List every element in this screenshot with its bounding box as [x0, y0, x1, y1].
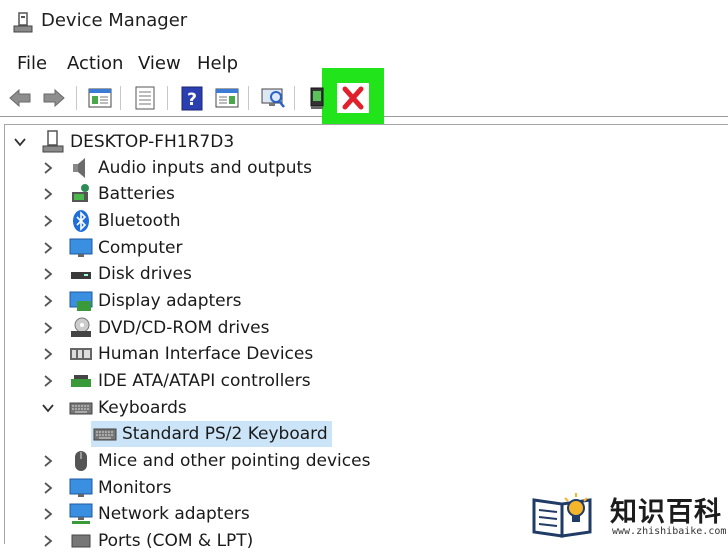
- computer-tower-icon: [42, 130, 64, 153]
- book-bulb-icon: [532, 493, 592, 538]
- chevron-right-icon[interactable]: [41, 374, 55, 388]
- tree-item-label: Bluetooth: [98, 211, 181, 231]
- tree-item-label: Batteries: [98, 184, 175, 204]
- action-pane-icon[interactable]: [213, 84, 241, 112]
- bluetooth-icon: [73, 210, 89, 232]
- tree-item-keyboards[interactable]: Keyboards: [41, 395, 187, 421]
- properties-icon[interactable]: [131, 84, 159, 112]
- ide-controller-icon: [71, 375, 91, 387]
- tree-item-bluetooth[interactable]: Bluetooth: [41, 208, 181, 234]
- tree-item-ports[interactable]: Ports (COM & LPT): [41, 528, 253, 554]
- update-driver-icon[interactable]: [306, 84, 326, 112]
- tree-item-label: Audio inputs and outputs: [98, 158, 313, 178]
- hid-icon: [70, 348, 92, 360]
- title-bar: Device Manager: [0, 0, 728, 48]
- battery-icon: [72, 184, 89, 202]
- chevron-right-icon[interactable]: [41, 321, 55, 335]
- tree-item-dvd-drives[interactable]: DVD/CD-ROM drives: [41, 315, 269, 341]
- tree-item-network-adapters[interactable]: Network adapters: [41, 501, 250, 527]
- toolbar-separator: [76, 86, 77, 110]
- tree-item-hid[interactable]: Human Interface Devices: [41, 341, 313, 367]
- back-icon[interactable]: [6, 84, 34, 112]
- port-icon: [71, 534, 91, 548]
- tree-item-mice[interactable]: Mice and other pointing devices: [41, 448, 370, 474]
- tree-item-label: Standard PS/2 Keyboard: [122, 424, 328, 444]
- dvd-drive-icon: [71, 317, 91, 337]
- network-adapter-icon: [69, 503, 93, 524]
- chevron-right-icon[interactable]: [41, 187, 55, 201]
- tree-item-monitors[interactable]: Monitors: [41, 475, 171, 501]
- monitor-icon: [69, 238, 93, 257]
- tree-item-standard-ps2-keyboard[interactable]: Standard PS/2 Keyboard: [91, 421, 332, 447]
- tree-item-label: Human Interface Devices: [98, 344, 314, 364]
- help-icon[interactable]: ?: [178, 84, 206, 112]
- tree-item-label: Disk drives: [98, 264, 192, 284]
- toolbar-separator: [120, 86, 121, 110]
- monitor-icon: [69, 478, 93, 497]
- speaker-icon: [73, 158, 85, 178]
- chevron-right-icon[interactable]: [41, 534, 55, 548]
- show-hide-console-tree-icon[interactable]: [86, 84, 114, 112]
- tree-root-label: DESKTOP-FH1R7D3: [70, 132, 235, 152]
- tree-item-label: Computer: [98, 238, 183, 258]
- uninstall-device-icon: [342, 86, 364, 110]
- scan-hardware-icon[interactable]: [259, 84, 287, 112]
- chevron-right-icon[interactable]: [41, 294, 55, 308]
- menu-file[interactable]: File: [17, 53, 47, 74]
- menu-action[interactable]: Action: [67, 53, 123, 74]
- chevron-right-icon[interactable]: [41, 214, 55, 228]
- mouse-icon: [75, 451, 87, 471]
- chevron-right-icon[interactable]: [41, 161, 55, 175]
- tree-item-label: IDE ATA/ATAPI controllers: [98, 371, 311, 391]
- watermark-url: www.zhishibaike.com: [612, 526, 727, 537]
- window-title: Device Manager: [41, 10, 188, 31]
- chevron-right-icon[interactable]: [41, 507, 55, 521]
- display-adapter-icon: [69, 291, 93, 311]
- tree-item-label: Keyboards: [98, 398, 187, 418]
- tree-item-ide-controllers[interactable]: IDE ATA/ATAPI controllers: [41, 368, 311, 394]
- toolbar-separator: [167, 86, 168, 110]
- menu-help[interactable]: Help: [197, 53, 238, 74]
- chevron-right-icon[interactable]: [41, 241, 55, 255]
- chevron-right-icon[interactable]: [41, 481, 55, 495]
- tree-item-label: Ports (COM & LPT): [98, 531, 254, 551]
- tree-item-label: DVD/CD-ROM drives: [98, 318, 270, 338]
- toolbar-separator: [248, 86, 249, 110]
- chevron-down-icon[interactable]: [13, 135, 27, 149]
- device-tree: DESKTOP-FH1R7D3 Audio inputs and outputs…: [4, 124, 728, 551]
- tree-item-disk-drives[interactable]: Disk drives: [41, 261, 192, 287]
- watermark-brand: 知识百科: [610, 497, 722, 528]
- selection-highlight: Standard PS/2 Keyboard: [91, 421, 332, 447]
- keyboard-icon: [93, 428, 117, 441]
- chevron-right-icon[interactable]: [41, 454, 55, 468]
- chevron-down-icon[interactable]: [41, 401, 55, 415]
- forward-icon[interactable]: [40, 84, 68, 112]
- toolbar-separator: [294, 86, 295, 110]
- tree-item-computer[interactable]: Computer: [41, 235, 183, 261]
- device-manager-icon: [13, 12, 33, 33]
- tree-item-label: Display adapters: [98, 291, 242, 311]
- keyboard-icon: [69, 402, 93, 415]
- uninstall-device-button[interactable]: [337, 83, 369, 113]
- tree-item-label: Mice and other pointing devices: [98, 451, 371, 471]
- disk-drive-icon: [71, 272, 91, 279]
- menu-view[interactable]: View: [138, 53, 181, 74]
- chevron-right-icon[interactable]: [41, 347, 55, 361]
- tree-root[interactable]: DESKTOP-FH1R7D3: [13, 129, 234, 155]
- watermark-logo: 知识百科 www.zhishibaike.com: [516, 484, 728, 543]
- chevron-right-icon[interactable]: [41, 267, 55, 281]
- tree-item-label: Monitors: [98, 478, 172, 498]
- tree-item-audio[interactable]: Audio inputs and outputs: [41, 155, 312, 181]
- svg-text:?: ?: [187, 90, 197, 110]
- tree-item-label: Network adapters: [98, 504, 250, 524]
- tree-item-display-adapters[interactable]: Display adapters: [41, 288, 241, 314]
- tree-item-batteries[interactable]: Batteries: [41, 181, 175, 207]
